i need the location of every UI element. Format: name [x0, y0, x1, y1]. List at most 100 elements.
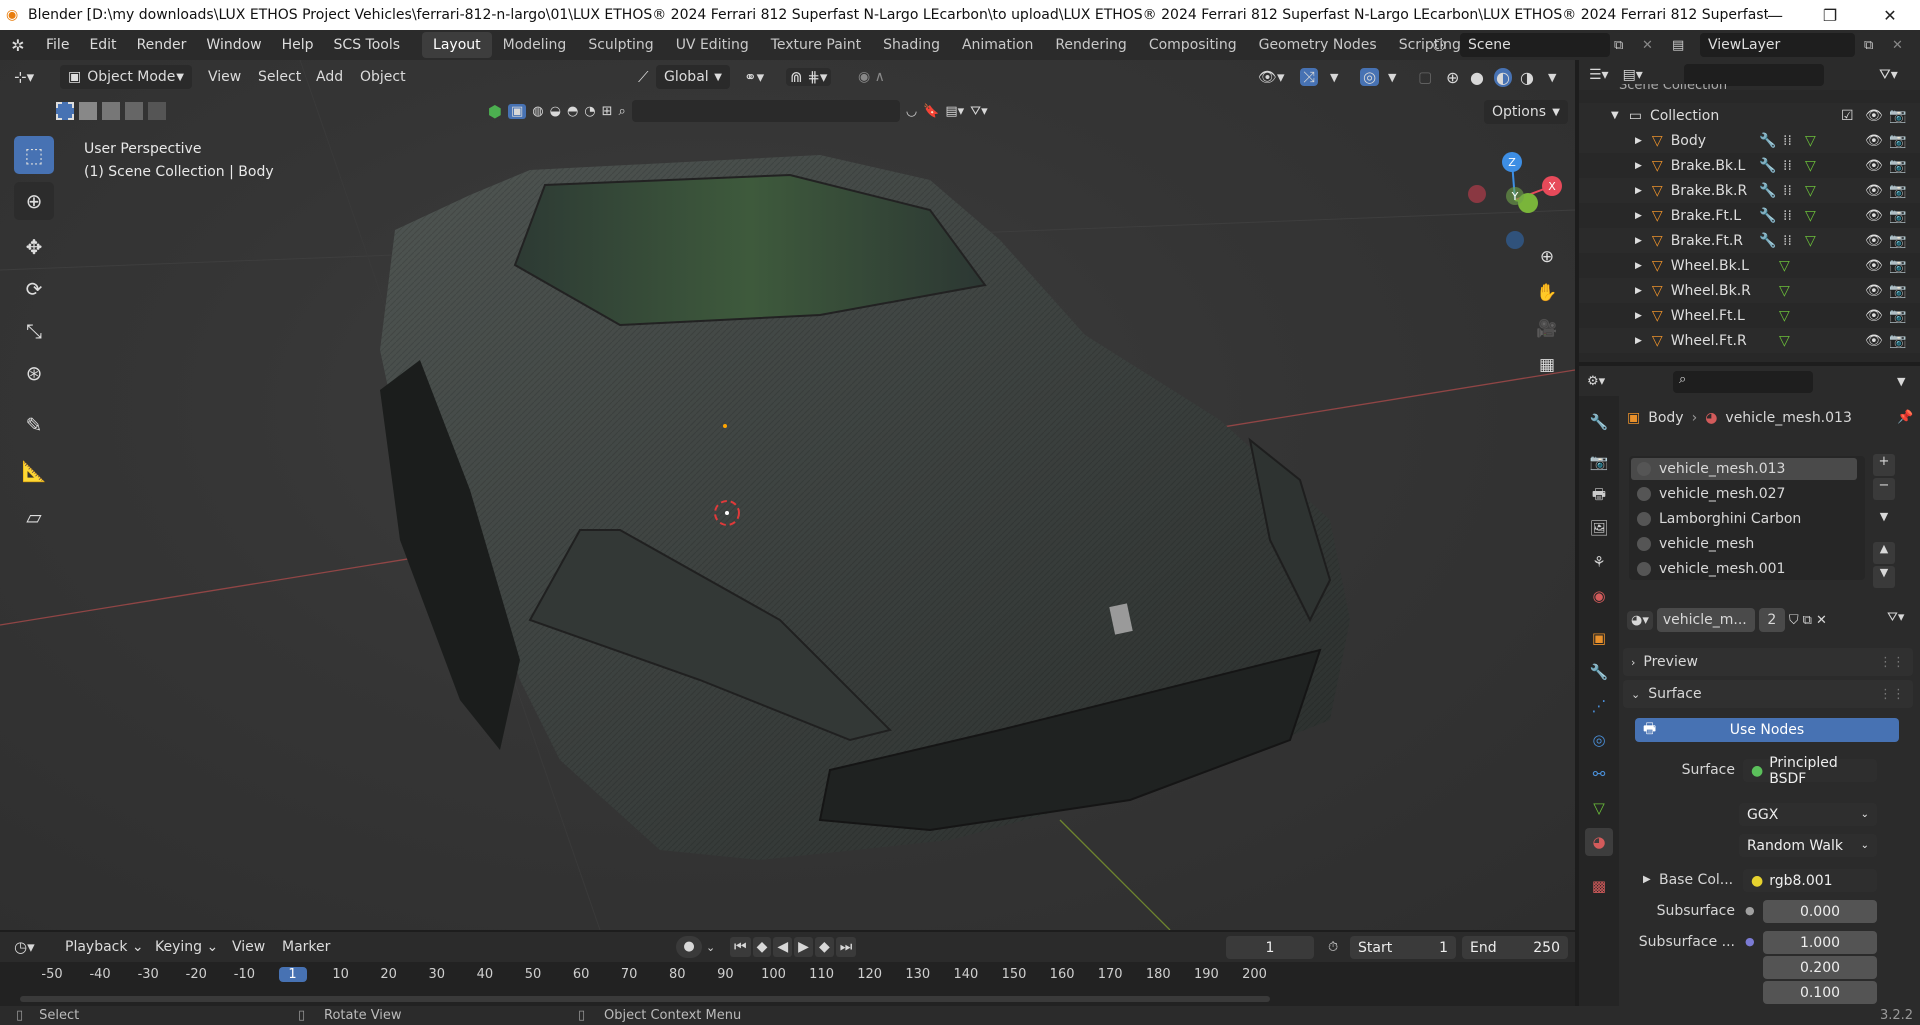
tab-compositing[interactable]: Compositing	[1138, 32, 1248, 58]
expand-arrow-icon[interactable]: ▶	[1635, 261, 1642, 271]
editor-type-icon[interactable]: ⊹▾	[14, 68, 34, 86]
new-view-layer-icon[interactable]: ⧉	[1864, 38, 1873, 53]
material-slot-item[interactable]: vehicle_mesh.001	[1631, 558, 1857, 580]
link-type-icon[interactable]: ⛛▾	[1887, 610, 1904, 625]
move-slot-up-button[interactable]: ▲	[1873, 542, 1895, 564]
overlay-toggle-icon[interactable]: ◎	[1360, 68, 1380, 86]
select-extend-icon[interactable]	[79, 102, 97, 120]
tab-animation[interactable]: Animation	[951, 32, 1044, 58]
select-box-tool[interactable]: ⬚	[14, 136, 54, 174]
view-layer-icon[interactable]: ▤	[1672, 38, 1684, 53]
vertex-group-icon[interactable]: ⁞⁞	[1783, 133, 1792, 149]
mesh-data-icon[interactable]: ▽	[1779, 308, 1790, 324]
jump-start-icon[interactable]: ⏮	[730, 937, 751, 957]
vertex-group-icon[interactable]: ⁞⁞	[1783, 158, 1792, 174]
expand-arrow-icon[interactable]: ▶	[1635, 136, 1642, 146]
close-button[interactable]: ✕	[1860, 0, 1920, 30]
mesh-data-icon[interactable]: ▽	[1805, 208, 1816, 224]
surface-panel-header[interactable]: ⌄ Surface ⋮⋮	[1623, 680, 1913, 708]
vertex-group-icon[interactable]: ⁞⁞	[1783, 208, 1792, 224]
subsurface-radius-z-field[interactable]: 0.100	[1763, 981, 1877, 1004]
mesh-data-icon[interactable]: ▽	[1805, 183, 1816, 199]
end-frame-field[interactable]: End 250	[1462, 936, 1568, 959]
navigation-gizmo[interactable]: Z X Y	[1460, 140, 1570, 250]
bookmark-icon[interactable]: 🔖	[923, 104, 939, 119]
world-view-icon[interactable]: ◔	[584, 104, 595, 119]
new-scene-icon[interactable]: ⧉	[1614, 38, 1623, 53]
expand-arrow-icon[interactable]: ▼	[1611, 110, 1619, 121]
editor-type-icon[interactable]: ⚙▾	[1587, 374, 1605, 389]
mesh-data-icon[interactable]: ▽	[1805, 133, 1816, 149]
material-shading-icon[interactable]: ◐	[1494, 67, 1512, 87]
outliner-object-row[interactable]: ▶ ▽ Body 🔧 ⁞⁞ ▽ 👁 📷	[1579, 128, 1920, 153]
zoom-button[interactable]: ⊕	[1532, 242, 1562, 272]
move-tool[interactable]: ✥	[14, 228, 54, 266]
start-frame-field[interactable]: Start 1	[1350, 936, 1456, 959]
scene-tab-icon[interactable]: ⚘	[1585, 548, 1613, 576]
mode-dropdown[interactable]: ▣ Object Mode ▼	[60, 65, 192, 89]
outliner-object-row[interactable]: ▶ ▽ Brake.Ft.L 🔧 ⁞⁞ ▽ 👁 📷	[1579, 203, 1920, 228]
camera-icon[interactable]: 📷	[1889, 233, 1906, 249]
pin-icon[interactable]: 📌	[1897, 410, 1913, 425]
xray-icon[interactable]: ▢	[1418, 68, 1432, 86]
menu-file[interactable]: File	[36, 30, 79, 60]
outliner-object-row[interactable]: ▶ ▽ Brake.Bk.R 🔧 ⁞⁞ ▽ 👁 📷	[1579, 178, 1920, 203]
solid-view-icon[interactable]: ◍	[532, 104, 543, 119]
delete-scene-icon[interactable]: ✕	[1642, 38, 1653, 53]
modifier-icon[interactable]: 🔧	[1759, 183, 1776, 199]
scene-name-field[interactable]: Scene	[1460, 33, 1610, 57]
constraints-tab-icon[interactable]: ⚯	[1585, 760, 1613, 788]
timeline-menu-playback[interactable]: Playback ⌄	[55, 932, 154, 962]
rotate-tool[interactable]: ⟳	[14, 270, 54, 308]
material-tab-icon[interactable]: ◕	[1585, 828, 1613, 856]
render-tab-icon[interactable]: 📷	[1585, 448, 1613, 476]
wireframe-shading-icon[interactable]: ⊕	[1446, 68, 1459, 87]
tab-texture-paint[interactable]: Texture Paint	[760, 32, 872, 58]
camera-icon[interactable]: 📷	[1889, 333, 1906, 349]
surface-shader-field[interactable]: ● Principled BSDF	[1743, 755, 1877, 787]
current-frame-field[interactable]: 1	[1226, 936, 1314, 959]
eye-icon[interactable]: 👁	[1865, 283, 1883, 299]
3d-viewport[interactable]: ⊹▾ ▣ Object Mode ▼ View Select Add Objec…	[0, 60, 1575, 930]
tab-geometry-nodes[interactable]: Geometry Nodes	[1248, 32, 1388, 58]
solid-shading-icon[interactable]: ●	[1470, 68, 1484, 87]
menu-render[interactable]: Render	[127, 30, 197, 60]
eye-icon[interactable]: 👁	[1865, 208, 1883, 224]
snap-icon[interactable]: ⋒ ⋕▾	[786, 68, 832, 86]
eye-icon[interactable]: 👁	[1865, 158, 1883, 174]
timeline-menu-marker[interactable]: Marker	[272, 932, 340, 962]
tab-layout[interactable]: Layout	[422, 32, 492, 58]
expand-arrow-icon[interactable]: ▶	[1643, 874, 1651, 885]
timeline-area[interactable]: -50 -40 -30 -20 -10 1 10 20 30 40 50 60 70 80 90 100 110…	[0, 962, 1575, 1006]
pan-button[interactable]: ✋	[1532, 278, 1562, 308]
modifier-icon[interactable]: 🔧	[1759, 133, 1776, 149]
tab-sculpting[interactable]: Sculpting	[577, 32, 664, 58]
matcap-view-icon[interactable]: ◓	[567, 104, 578, 119]
expand-arrow-icon[interactable]: ▶	[1635, 211, 1642, 221]
properties-search-input[interactable]	[1673, 371, 1813, 393]
material-slot-item[interactable]: vehicle_mesh.027	[1631, 483, 1857, 505]
filter-icon[interactable]: ⛛▾	[1879, 67, 1898, 83]
camera-icon[interactable]: 📷	[1889, 258, 1906, 274]
texture-view-icon[interactable]: ◒	[550, 104, 561, 119]
eye-icon[interactable]: 👁	[1865, 108, 1883, 124]
remove-slot-button[interactable]: −	[1873, 478, 1895, 500]
material-slot-item[interactable]: vehicle_mesh.013	[1631, 458, 1857, 480]
delete-view-layer-icon[interactable]: ✕	[1892, 38, 1903, 53]
eye-icon[interactable]: 👁	[1865, 133, 1883, 149]
color-picker-icon[interactable]: ⬢	[488, 102, 502, 121]
annotate-tool[interactable]: ✎	[14, 406, 54, 444]
menu-help[interactable]: Help	[272, 30, 324, 60]
outliner-collection-row[interactable]: ▼ ▭ Collection ☑ 👁 📷	[1579, 103, 1920, 128]
mesh-data-icon[interactable]: ▽	[1779, 258, 1790, 274]
rendered-shading-icon[interactable]: ◑	[1520, 68, 1534, 87]
checkbox-icon[interactable]: ☑	[1841, 108, 1854, 124]
eye-icon[interactable]: 👁	[1865, 233, 1883, 249]
proportional-edit-icon[interactable]: ◉ ∧	[858, 69, 885, 85]
gizmo-toggle-icon[interactable]: ⤨	[1300, 68, 1319, 86]
chevron-down-icon[interactable]: ▼	[1330, 71, 1338, 84]
material-slot-item[interactable]: Lamborghini Carbon	[1631, 508, 1857, 530]
base-color-field[interactable]: ● rgb8.001	[1743, 869, 1877, 892]
menu-scs-tools[interactable]: SCS Tools	[324, 30, 411, 60]
pivot-icon[interactable]: ⚭▾	[744, 68, 764, 86]
